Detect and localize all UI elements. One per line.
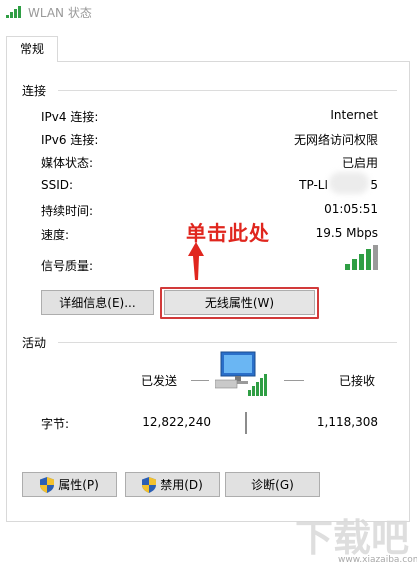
watermark-url: www.xiazaiba.com [338, 555, 417, 565]
signal-strength-icon [345, 245, 378, 270]
title-bar: WLAN 状态 [0, 0, 417, 24]
diagnose-button[interactable]: 诊断(G) [225, 472, 320, 497]
received-dash [284, 380, 304, 381]
window-title: WLAN 状态 [28, 6, 92, 20]
duration-label: 持续时间: [41, 204, 94, 218]
highlight-box [160, 287, 319, 319]
network-computer-icon [215, 351, 267, 396]
ssid-value-suffix: 5 [370, 178, 378, 192]
properties-button-label: 属性(P) [58, 478, 99, 492]
annotation-arrow-icon [188, 242, 204, 280]
connection-heading: 连接 [22, 84, 47, 98]
media-state-value: 已启用 [341, 156, 378, 170]
bytes-label: 字节: [41, 417, 70, 431]
ipv6-value: 无网络访问权限 [293, 133, 378, 147]
activity-separator [245, 412, 247, 434]
ssid-label: SSID: [41, 178, 74, 192]
ssid-redaction [329, 172, 369, 194]
activity-heading: 活动 [22, 336, 47, 350]
received-label: 已接收 [339, 374, 376, 388]
activity-divider [58, 342, 397, 343]
uac-shield-icon [40, 476, 55, 493]
disable-button[interactable]: 禁用(D) [125, 472, 220, 497]
ipv6-label: IPv6 连接: [41, 133, 99, 147]
properties-button[interactable]: 属性(P) [22, 472, 117, 497]
sent-label: 已发送 [141, 374, 178, 388]
details-button[interactable]: 详细信息(E)... [41, 290, 154, 315]
signal-quality-label: 信号质量: [41, 259, 94, 273]
ipv4-label: IPv4 连接: [41, 110, 99, 124]
wifi-signal-icon [6, 6, 21, 18]
speed-value: 19.5 Mbps [315, 226, 378, 240]
media-state-label: 媒体状态: [41, 156, 94, 170]
sent-dash [191, 380, 209, 381]
ipv4-value: Internet [330, 108, 378, 122]
svg-text:下载吧: 下载吧 [295, 516, 409, 560]
disable-button-label: 禁用(D) [160, 478, 203, 492]
uac-shield-icon [142, 476, 157, 493]
speed-label: 速度: [41, 228, 70, 242]
connection-divider [58, 90, 397, 91]
bytes-received-value: 1,118,308 [316, 415, 378, 429]
ssid-value: TP-LI [299, 178, 328, 192]
duration-value: 01:05:51 [324, 202, 378, 216]
bytes-sent-value: 12,822,240 [142, 415, 211, 429]
tab-general[interactable]: 常规 [6, 36, 58, 62]
